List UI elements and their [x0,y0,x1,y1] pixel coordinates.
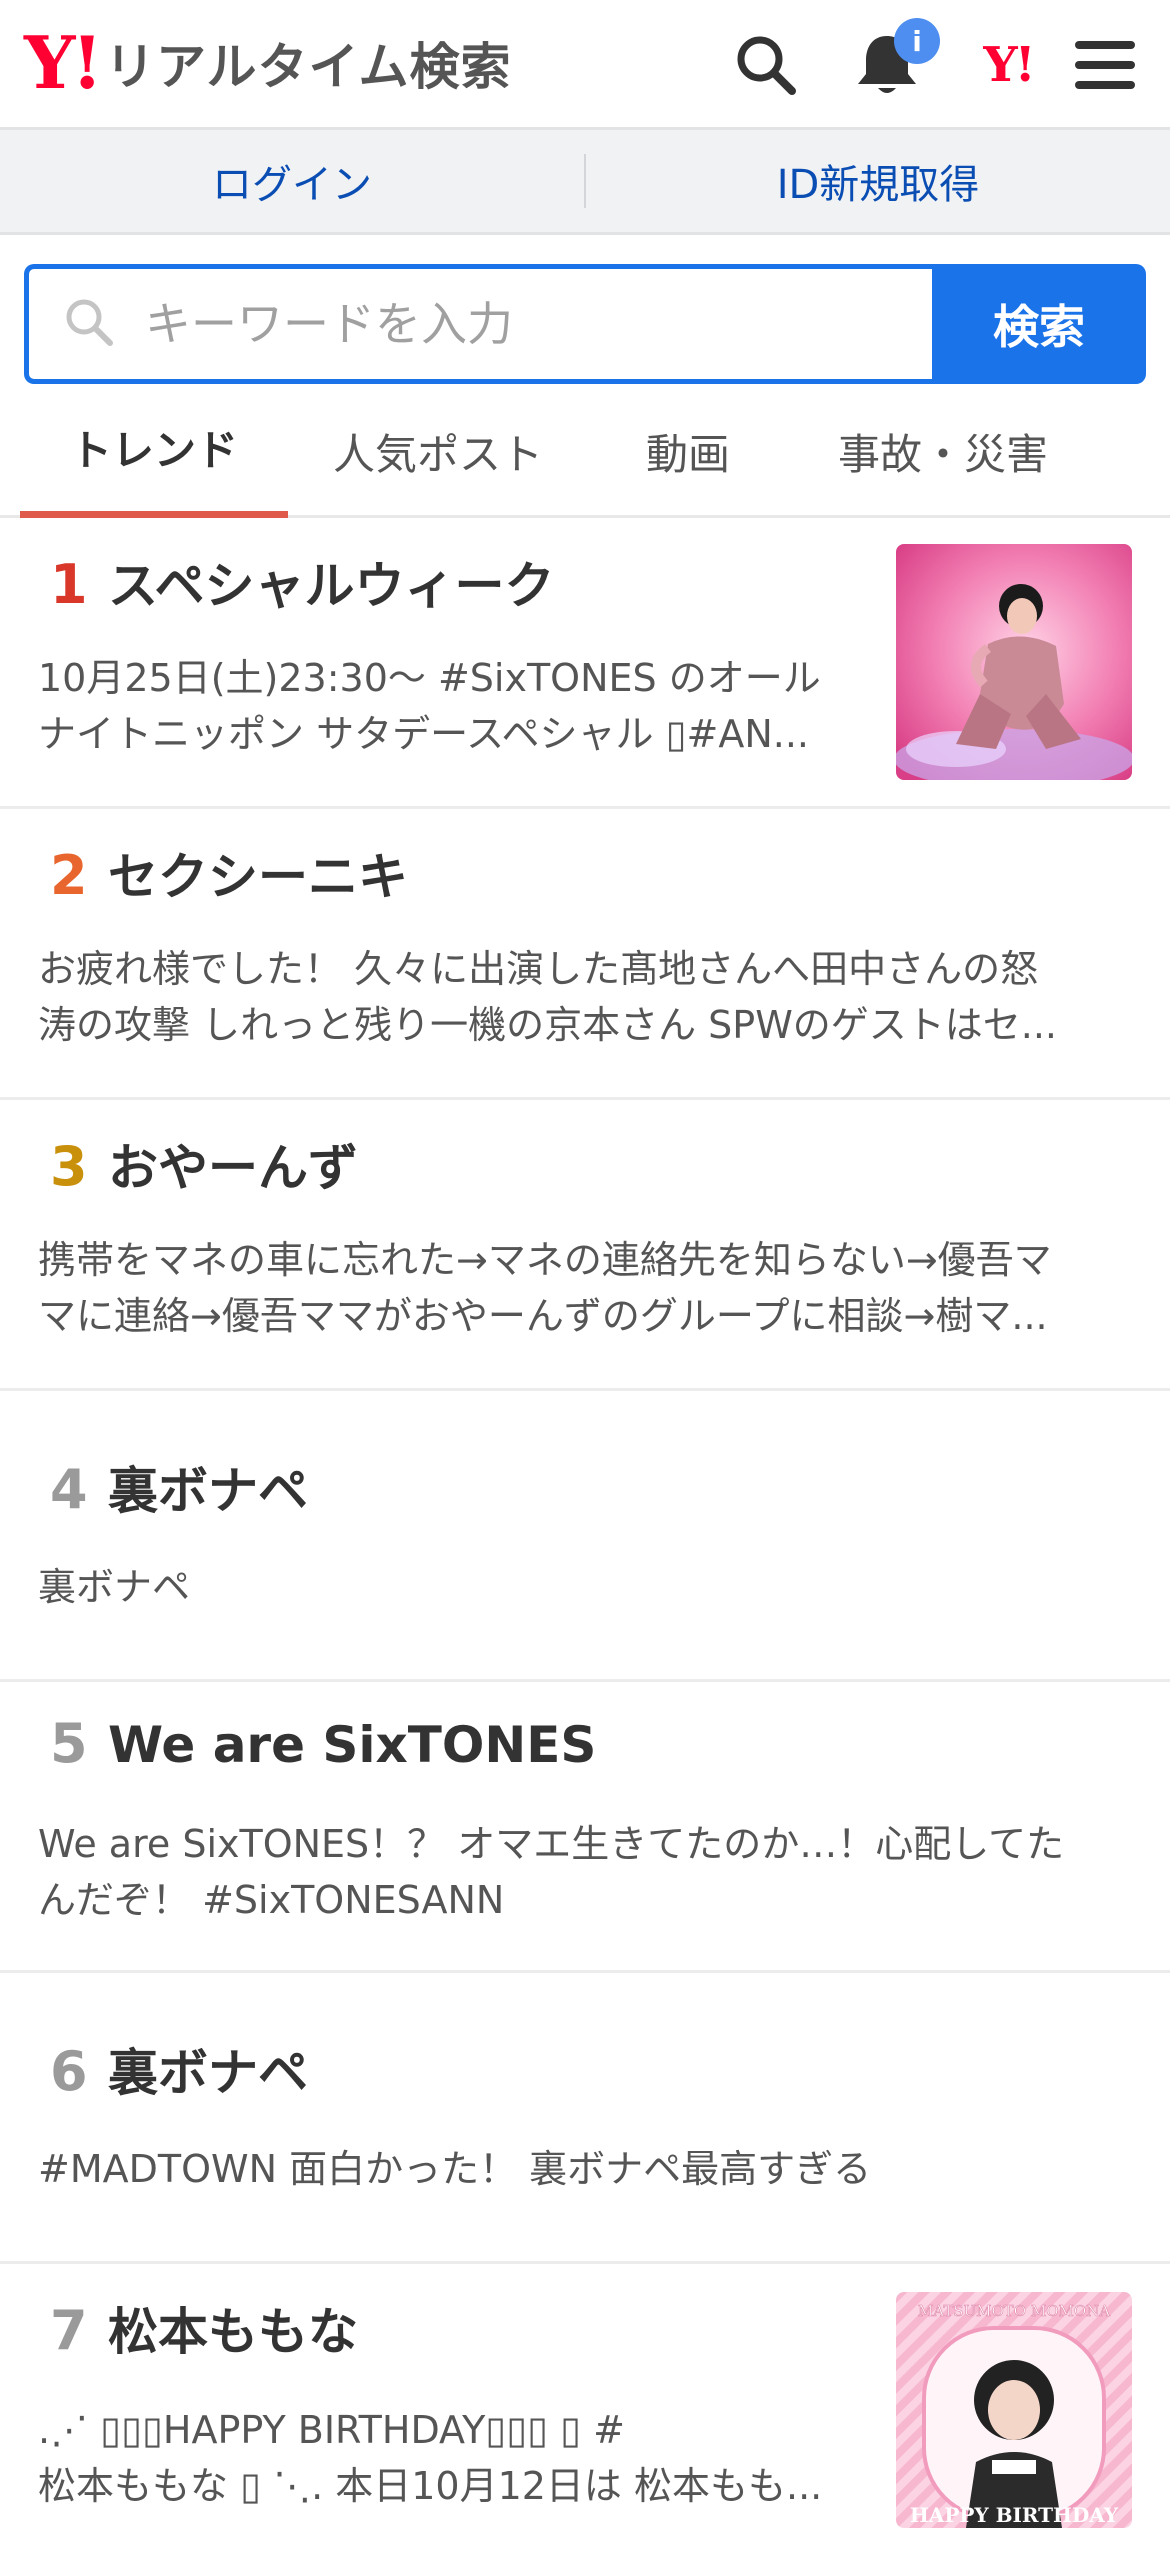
yahoo-logo-mark: Y! [24,20,103,105]
trend-description: 10月25日(土)23:30〜 #SixTONES のオール ナイトニッポン サ… [38,650,858,762]
trend-rank: 5 [50,1712,88,1775]
menu-icon[interactable] [1070,28,1140,102]
notification-bell-icon[interactable]: i [852,18,940,102]
search-input[interactable] [143,296,847,352]
trend-rank: 7 [50,2299,88,2362]
tab-accidents-disasters[interactable]: 事故・災害 [788,384,1098,518]
search-field[interactable] [24,264,932,384]
yahoo-realtime-logo[interactable]: Y! リアルタイム検索 [24,26,512,100]
trend-title: 裏ボナペ [108,2044,308,2102]
trend-title: セクシーニキ [108,848,408,906]
trend-title: 松本ももな [108,2303,358,2361]
trend-title: おやーんず [108,1139,358,1197]
trend-rank: 3 [50,1135,88,1198]
trend-description-line: 松本ももな ▯ ⋱. 本日10月12日は 松本もも... [38,2464,823,2508]
trend-heading: 1 スペシャルウィーク [50,546,555,618]
trend-description-line: お疲れ様でした！ 久々に出演した髙地さんへ田中さんの怒 [38,947,1039,991]
trend-rank: 4 [50,1458,88,1521]
trend-thumbnail[interactable] [896,544,1132,780]
category-tabs: トレンド 人気ポスト 動画 事故・災害 [0,384,1170,518]
trend-description-line: 10月25日(土)23:30〜 #SixTONES のオール [38,656,821,700]
search-button[interactable]: 検索 [932,264,1146,384]
trend-item[interactable]: 6 裏ボナペ #MADTOWN 面白かった！ 裏ボナペ最高すぎる [0,1973,1170,2264]
trend-title: We are SixTONES [108,1716,597,1774]
trend-description: 携帯をマネの車に忘れた→マネの連絡先を知らない→優吾マ マに連絡→優吾ママがおや… [38,1232,1132,1344]
trend-description: 裏ボナペ [38,1559,1132,1615]
trend-heading: 6 裏ボナペ [50,2033,308,2105]
trend-description-line: We are SixTONES！？ オマエ生きてたのか…！心配してた [38,1822,1065,1866]
trend-title: 裏ボナペ [108,1462,308,1520]
service-name: リアルタイム検索 [105,38,512,96]
trend-description-line: マに連絡→優吾ママがおやーんずのグループに相談→樹マ... [38,1294,1048,1338]
trend-rank: 1 [50,553,88,616]
trend-description: お疲れ様でした！ 久々に出演した髙地さんへ田中さんの怒 涛の攻撃 しれっと残り一… [38,941,1132,1053]
trend-item[interactable]: 4 裏ボナペ 裏ボナペ [0,1391,1170,1682]
trend-item[interactable]: 5 We are SixTONES We are SixTONES！？ オマエ生… [0,1682,1170,1973]
trend-thumbnail[interactable]: MATSUMOTO MOMONA HAPPY BIRTHDAY [896,2292,1132,2528]
auth-bar: ログイン ID新規取得 [0,130,1170,235]
trend-rank: 2 [50,844,88,907]
trend-description-line: #MADTOWN 面白かった！ 裏ボナペ最高すぎる [38,2147,872,2191]
trend-description-line: 裏ボナペ [38,1565,191,1609]
login-link[interactable]: ログイン [0,152,584,210]
yahoo-mark-icon: Y! [983,37,1035,93]
trend-description-line: ナイトニッポン サタデースペシャル ▯#AN... [38,712,810,756]
search-input-icon [63,296,115,352]
trend-description-line: 携帯をマネの車に忘れた→マネの連絡先を知らない→優吾マ [38,1238,1052,1282]
trend-description-line: .⋰ ▯▯▯HAPPY BIRTHDAY▯▯▯ ▯ # [38,2408,625,2452]
trend-description-line: 涛の攻撃 しれっと残り一機の京本さん SPWのゲストはセ... [38,1003,1058,1047]
trend-item[interactable]: 7 松本ももな .⋰ ▯▯▯HAPPY BIRTHDAY▯▯▯ ▯ # 松本もも… [0,2264,1170,2555]
thumbnail-caption-bottom: HAPPY BIRTHDAY [910,2503,1119,2527]
notification-badge: i [894,18,940,64]
trend-heading: 3 おやーんず [50,1128,358,1200]
thumbnail-caption-top: MATSUMOTO MOMONA [918,2302,1110,2320]
trend-title: スペシャルウィーク [108,557,555,615]
app-header: Y! リアルタイム検索 i Y! [0,0,1170,130]
tab-videos[interactable]: 動画 [588,384,788,518]
trend-item[interactable]: 3 おやーんず 携帯をマネの車に忘れた→マネの連絡先を知らない→優吾マ マに連絡… [0,1100,1170,1391]
trend-heading: 5 We are SixTONES [50,1712,596,1775]
trend-heading: 2 セクシーニキ [50,837,408,909]
trend-rank: 6 [50,2040,88,2103]
trend-item[interactable]: 2 セクシーニキ お疲れ様でした！ 久々に出演した髙地さんへ田中さんの怒 涛の攻… [0,809,1170,1100]
tab-popular-posts[interactable]: 人気ポスト [288,384,588,518]
trend-list: 1 スペシャルウィーク 10月25日(土)23:30〜 #SixTONES のオ… [0,518,1170,2555]
trend-description: .⋰ ▯▯▯HAPPY BIRTHDAY▯▯▯ ▯ # 松本ももな ▯ ⋱. 本… [38,2402,858,2514]
trend-heading: 7 松本ももな [50,2292,358,2364]
trend-description: We are SixTONES！？ オマエ生きてたのか…！心配してた んだぞ！ … [38,1816,1132,1928]
trend-description: #MADTOWN 面白かった！ 裏ボナペ最高すぎる [38,2141,1132,2197]
search-icon[interactable] [732,28,800,102]
tab-trend[interactable]: トレンド [20,384,288,518]
search-form: 検索 [0,264,1170,384]
yahoo-top-link[interactable]: Y! [968,28,1048,102]
trend-description-line: んだぞ！ #SixTONESANN [38,1878,505,1922]
trend-heading: 4 裏ボナペ [50,1451,308,1523]
register-link[interactable]: ID新規取得 [586,152,1170,210]
trend-item[interactable]: 1 スペシャルウィーク 10月25日(土)23:30〜 #SixTONES のオ… [0,518,1170,809]
